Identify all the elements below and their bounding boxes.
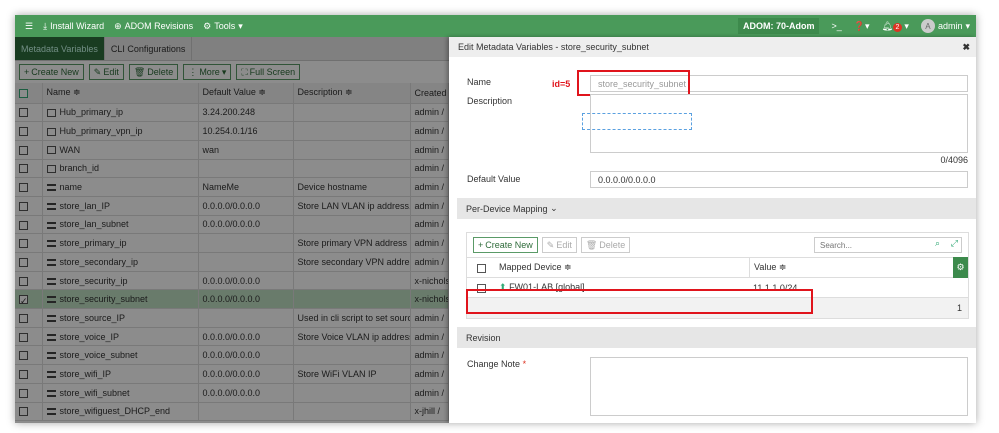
change-note-text: Change Note — [467, 359, 521, 369]
adom-revisions-label: ADOM Revisions — [124, 21, 194, 31]
mapping-edit-button[interactable]: ✎ Edit — [541, 237, 577, 253]
tools-label: Tools — [214, 21, 236, 31]
tools-menu[interactable]: ⚙ Tools ▾ — [203, 21, 243, 32]
app-window: ☰ ⤓ Install Wizard ⊕ ADOM Revisions ⚙ Tools… — [15, 15, 976, 423]
modal-overlay — [15, 37, 449, 423]
name-label: Name — [467, 77, 492, 87]
avatar: A — [920, 19, 935, 33]
mapping-create-label: Create New — [485, 240, 533, 250]
highlight-box — [577, 70, 690, 96]
change-note-label: Change Note * — [467, 359, 526, 369]
mapping-delete-button[interactable]: 🗑︎ Delete — [580, 237, 631, 253]
gear-icon: ⚙ — [203, 20, 212, 31]
globe-icon: ⊕ — [114, 20, 122, 31]
close-icon[interactable]: ✖ — [962, 42, 970, 53]
notification-badge: 2 — [892, 22, 902, 32]
search-icon[interactable]: ⌕ — [935, 238, 940, 249]
cli-console-icon[interactable]: >_ — [831, 21, 841, 31]
chevron-down-icon: ⌄ — [550, 203, 558, 213]
bell-icon: 🔔︎ — [881, 20, 893, 31]
revision-label: Revision — [466, 332, 501, 343]
required-marker: * — [522, 359, 527, 369]
default-value-input[interactable]: 0.0.0.0/0.0.0.0 — [590, 171, 968, 188]
notifications-button[interactable]: 🔔︎ 2 ▾ — [881, 20, 909, 32]
mapping-create-new-button[interactable]: + Create New — [473, 237, 538, 253]
default-value-label: Default Value — [467, 174, 521, 184]
adom-selector[interactable]: ADOM: 70-Adom — [737, 18, 820, 34]
per-device-mapping-header[interactable]: Per-Device Mapping ⌄ — [457, 198, 976, 219]
selection-handles — [582, 113, 692, 130]
annotation-label: id=5 — [552, 79, 571, 89]
install-wizard-button[interactable]: ⤓ Install Wizard — [43, 21, 104, 32]
edit-metadata-dialog: Edit Metadata Variables - store_security… — [449, 37, 976, 423]
mapping-edit-label: Edit — [556, 240, 572, 250]
user-menu[interactable]: Aadmin ▾ — [920, 19, 970, 33]
revision-header: Revision — [457, 327, 976, 348]
mapping-select-all-checkbox[interactable] — [467, 262, 495, 273]
col-mapped-device[interactable]: Mapped Device ≑ — [495, 262, 749, 273]
row-highlight-box — [466, 289, 813, 314]
expand-icon[interactable]: ⤢ — [951, 238, 958, 249]
change-note-textarea[interactable] — [590, 357, 968, 416]
menu-icon[interactable]: ☰ — [25, 21, 33, 32]
help-icon[interactable]: ❓▾ — [854, 21, 870, 32]
install-wizard-label: Install Wizard — [50, 21, 105, 31]
mapping-delete-label: Delete — [599, 240, 626, 250]
per-device-mapping-label: Per-Device Mapping — [466, 203, 548, 214]
col-value[interactable]: Value ≑ — [749, 258, 953, 277]
description-label: Description — [467, 96, 513, 106]
top-bar: ☰ ⤓ Install Wizard ⊕ ADOM Revisions ⚙ Tools… — [15, 15, 976, 37]
user-name: admin — [937, 21, 963, 31]
char-counter: 0/4096 — [940, 155, 968, 165]
dialog-title: Edit Metadata Variables - store_security… — [458, 42, 649, 52]
column-settings-gear-icon[interactable]: ⚙ — [953, 257, 968, 278]
adom-revisions-button[interactable]: ⊕ ADOM Revisions — [114, 21, 193, 32]
download-icon: ⤓ — [43, 20, 48, 31]
